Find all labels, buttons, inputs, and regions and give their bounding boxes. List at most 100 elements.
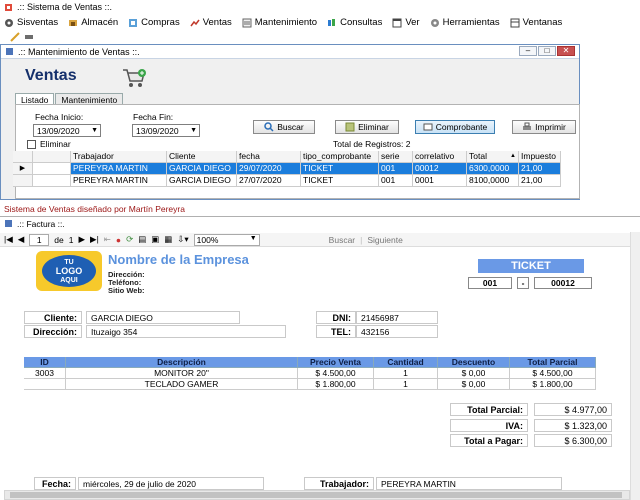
separator-box: - — [517, 277, 529, 289]
prev-page-icon[interactable]: ◀ — [18, 234, 25, 245]
receipt-icon — [423, 122, 433, 132]
trabajador-value: PEREYRA MARTIN — [376, 477, 562, 490]
fecha-inicio-label: Fecha Inicio: — [35, 112, 84, 122]
tel-label: TEL: — [316, 325, 356, 338]
next-search-link[interactable]: Siguiente — [367, 235, 402, 245]
menu-ver[interactable]: Ver — [392, 17, 420, 28]
cliente-value: GARCIA DIEGO — [86, 311, 240, 324]
company-logo: TU LOGO AQUI — [36, 251, 102, 291]
col-serie[interactable]: serie — [379, 151, 413, 163]
export-icon[interactable]: ⇩▾ — [177, 234, 188, 245]
total-pagar-label: Total a Pagar: — [450, 434, 528, 447]
fecha-fin-picker[interactable]: 13/09/2020 ▼ — [132, 124, 200, 137]
main-window-title: .:: Sistema de Ventas ::. — [17, 2, 113, 12]
menu-ventanas[interactable]: Ventanas — [510, 17, 562, 28]
page-total: 1 — [68, 234, 74, 245]
compras-icon — [128, 18, 138, 28]
wrench-tool-icon[interactable] — [24, 32, 34, 42]
logo-badge: TU LOGO AQUI — [42, 255, 96, 287]
ventas-window: .:: Mantenimiento de Ventas ::. – □ ✕ Ve… — [0, 44, 580, 200]
ventas-titlebar: .:: Mantenimiento de Ventas ::. – □ ✕ — [1, 45, 579, 59]
minimize-button[interactable]: – — [519, 46, 537, 56]
zoom-select[interactable]: 100% ▼ — [193, 233, 260, 246]
fecha-inicio-picker[interactable]: 13/09/2020 ▼ — [33, 124, 101, 137]
stop-icon[interactable]: ● — [116, 235, 121, 245]
menu-consultas[interactable]: Consultas — [327, 17, 382, 28]
company-web-label: Sitio Web: — [108, 286, 145, 295]
menu-sisventas[interactable]: Sisventas — [4, 17, 58, 28]
page-of-label: de — [54, 234, 64, 245]
menu-ventas[interactable]: Ventas — [190, 17, 232, 28]
next-page-icon[interactable]: ▶ — [79, 234, 86, 245]
comprobante-button[interactable]: Comprobante — [415, 120, 495, 134]
ventas-grid: Trabajador Cliente fecha tipo_comprobant… — [13, 151, 561, 187]
search-icon — [264, 122, 274, 132]
ventas-icon — [190, 18, 200, 28]
cliente-label: Cliente: — [24, 311, 82, 324]
col-correlativo[interactable]: correlativo — [413, 151, 467, 163]
col-impuesto[interactable]: Impuesto — [519, 151, 561, 163]
imprimir-button[interactable]: Imprimir — [512, 120, 576, 134]
layout-icon[interactable]: ▣ — [151, 234, 159, 245]
chevron-down-icon: ▼ — [249, 234, 257, 242]
total-pagar-value: $ 6.300,00 — [534, 434, 612, 447]
maximize-button[interactable]: □ — [538, 46, 556, 56]
row-pointer-icon: ▶ — [13, 163, 33, 175]
scrollbar-thumb[interactable] — [10, 492, 622, 498]
total-parcial-label: Total Parcial: — [450, 403, 528, 416]
close-button[interactable]: ✕ — [557, 46, 575, 56]
form-icon — [5, 47, 14, 56]
printer-icon — [522, 122, 532, 132]
items-table: ID Descripción Precio Venta Cantidad Des… — [24, 357, 596, 390]
dni-value: 21456987 — [356, 311, 438, 324]
app-icon — [4, 3, 13, 12]
serie-box: 001 — [468, 277, 512, 289]
table-row[interactable]: ▶ PEREYRA MARTIN GARCIA DIEGO 29/07/2020… — [13, 163, 561, 175]
col-cliente[interactable]: Cliente — [167, 151, 237, 163]
shopping-cart-icon — [121, 67, 147, 89]
search-report-link[interactable]: Buscar — [329, 235, 355, 245]
menu-compras[interactable]: Compras — [128, 17, 180, 28]
refresh-icon[interactable]: ⟳ — [126, 234, 133, 245]
menu-herramientas[interactable]: Herramientas — [430, 17, 500, 28]
table-row: 3003 MONITOR 20" $ 4.500,00 1 $ 0,00 $ 4… — [24, 368, 596, 379]
ventas-window-title: .:: Mantenimiento de Ventas ::. — [18, 46, 140, 57]
col-total[interactable]: Total ▲ — [467, 151, 519, 163]
chevron-down-icon: ▼ — [190, 127, 197, 134]
buscar-button[interactable]: Buscar — [253, 120, 315, 134]
col-trabajador[interactable]: Trabajador — [71, 151, 167, 163]
fecha-value: miércoles, 29 de julio de 2020 — [78, 477, 264, 490]
print-icon[interactable]: ▤ — [138, 234, 146, 245]
eliminar-checkbox[interactable] — [27, 139, 36, 149]
ventas-heading: Ventas — [25, 67, 77, 84]
page-number-input[interactable]: 1 — [29, 233, 50, 246]
report-vertical-scrollbar[interactable] — [630, 232, 640, 500]
eliminar-checkbox-wrap[interactable]: Eliminar — [27, 139, 71, 149]
last-page-icon[interactable]: ▶| — [90, 234, 99, 245]
form-icon — [4, 219, 13, 228]
pencil-icon[interactable] — [10, 32, 20, 42]
iva-label: IVA: — [450, 419, 528, 432]
table-row[interactable]: PEREYRA MARTIN GARCIA DIEGO 27/07/2020 T… — [13, 175, 561, 187]
page-setup-icon[interactable]: ▦ — [164, 234, 172, 245]
col-fecha[interactable]: fecha — [237, 151, 301, 163]
col-tipo-comprobante[interactable]: tipo_comprobante — [301, 151, 379, 163]
first-page-icon[interactable]: |◀ — [4, 234, 13, 245]
view-icon — [392, 18, 402, 28]
tools-icon — [430, 18, 440, 28]
ticket-badge: TICKET — [478, 259, 584, 273]
fecha-fin-label: Fecha Fin: — [133, 112, 174, 122]
eliminar-button[interactable]: Eliminar — [335, 120, 399, 134]
chevron-down-icon: ▼ — [91, 127, 98, 134]
wrench-icon — [242, 18, 252, 28]
menu-almacen[interactable]: Almacén — [68, 17, 118, 28]
sort-arrow-icon: ▲ — [510, 153, 516, 159]
menu-mantenimiento[interactable]: Mantenimiento — [242, 17, 317, 28]
total-parcial-value: $ 4.977,00 — [534, 403, 612, 416]
back-icon[interactable]: ⇤ — [104, 234, 111, 245]
direccion-value: Ituzaigo 354 — [86, 325, 286, 338]
dni-label: DNI: — [316, 311, 356, 324]
warehouse-icon — [68, 18, 78, 28]
toolbar-strip — [0, 31, 640, 43]
table-row: TECLADO GAMER $ 1.800,00 1 $ 0,00 $ 1.80… — [24, 379, 596, 390]
